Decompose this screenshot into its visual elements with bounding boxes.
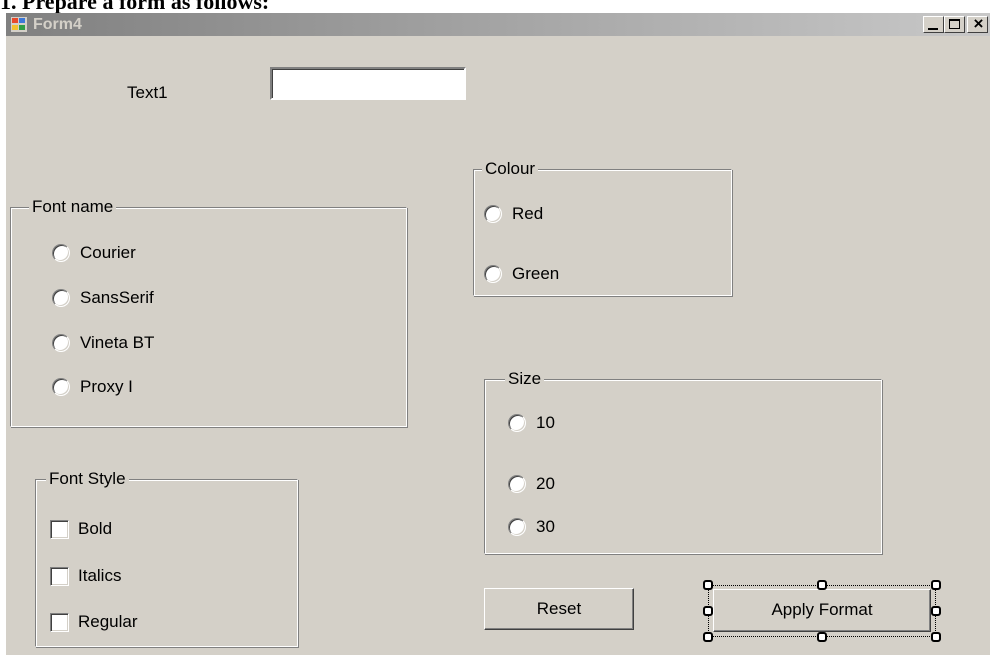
- resize-handle[interactable]: [931, 632, 941, 642]
- title-bar[interactable]: Form4 ×: [6, 13, 990, 36]
- close-button[interactable]: ×: [967, 14, 988, 33]
- window-title: Form4: [33, 16, 82, 33]
- radio-button[interactable]: [508, 414, 526, 432]
- minimize-icon: [928, 28, 938, 30]
- colour-group-title: Colour: [482, 158, 539, 180]
- document-heading: 1. Prepare a form as follows:: [0, 0, 270, 14]
- font-name-group: Font name Courier SansSerif Vineta BT Pr…: [10, 196, 407, 427]
- checkbox[interactable]: [50, 567, 69, 586]
- minimize-button[interactable]: [923, 16, 944, 33]
- font-style-group-title: Font Style: [46, 468, 129, 490]
- radio-button[interactable]: [508, 475, 526, 493]
- checkbox[interactable]: [50, 520, 69, 539]
- radio-button[interactable]: [52, 244, 70, 262]
- size-option-label: 20: [536, 474, 555, 493]
- size-group: Size 10 20 30: [484, 368, 882, 554]
- text1-label: Text1: [127, 83, 168, 102]
- font-option-label: Courier: [80, 243, 136, 262]
- resize-handle[interactable]: [931, 580, 941, 590]
- resize-handle[interactable]: [703, 606, 713, 616]
- maximize-button[interactable]: [944, 16, 965, 33]
- font-option-label: Vineta BT: [80, 333, 155, 352]
- colour-option-label: Red: [512, 204, 544, 223]
- font-name-group-title: Font name: [29, 196, 117, 218]
- size-option-label: 10: [536, 413, 555, 432]
- size-group-title: Size: [505, 368, 545, 390]
- app-icon[interactable]: [11, 17, 27, 32]
- style-option-label: Italics: [78, 566, 122, 585]
- radio-button[interactable]: [52, 289, 70, 307]
- resize-handle[interactable]: [703, 632, 713, 642]
- radio-button[interactable]: [508, 518, 526, 536]
- radio-button[interactable]: [484, 265, 502, 283]
- size-option-label: 30: [536, 517, 555, 536]
- colour-option-label: Green: [512, 264, 560, 283]
- radio-button[interactable]: [52, 334, 70, 352]
- close-icon: ×: [973, 14, 984, 33]
- resize-handle[interactable]: [703, 580, 713, 590]
- reset-button[interactable]: Reset: [484, 588, 634, 630]
- colour-group: Colour Red Green: [473, 158, 732, 296]
- form-window: Form4 × Text1 Font name Courier SansSeri…: [6, 13, 990, 655]
- font-style-group: Font Style Bold Italics Regular: [35, 468, 298, 647]
- style-option-label: Regular: [78, 612, 138, 631]
- resize-handle[interactable]: [817, 580, 827, 590]
- font-option-label: SansSerif: [80, 288, 154, 307]
- resize-handle[interactable]: [931, 606, 941, 616]
- resize-handle[interactable]: [817, 632, 827, 642]
- text1-input[interactable]: [270, 67, 466, 100]
- checkbox[interactable]: [50, 613, 69, 632]
- style-option-label: Bold: [78, 519, 113, 538]
- radio-button[interactable]: [52, 378, 70, 396]
- font-option-label: Proxy I: [80, 377, 133, 396]
- radio-button[interactable]: [484, 205, 502, 223]
- apply-format-button[interactable]: Apply Format: [713, 589, 931, 632]
- maximize-icon: [949, 19, 960, 29]
